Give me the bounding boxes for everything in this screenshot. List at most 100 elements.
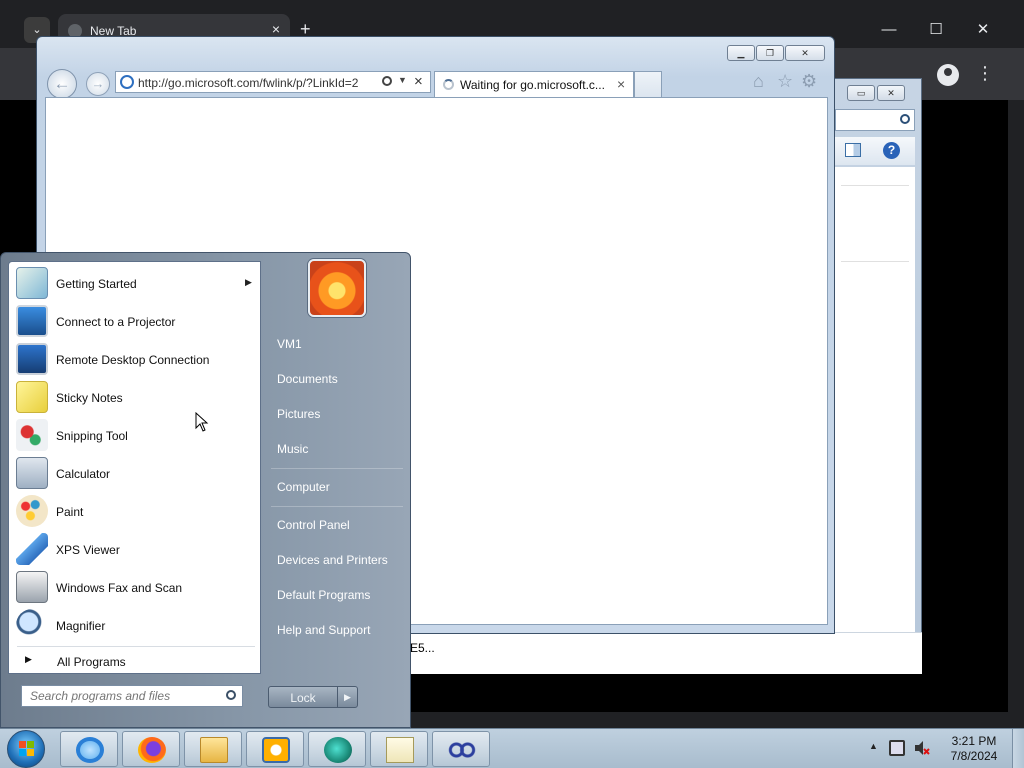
- help-icon[interactable]: ?: [883, 142, 900, 159]
- program-connect-to-a-projector[interactable]: Connect to a Projector: [13, 302, 257, 340]
- ie-tab-loading[interactable]: Waiting for go.microsoft.c... ×: [434, 71, 634, 97]
- chrome-maximize-button[interactable]: ☐: [913, 16, 959, 44]
- all-programs-button[interactable]: ▶ All Programs: [13, 650, 257, 672]
- loading-spinner-icon: [443, 79, 454, 90]
- scissors-icon: [16, 419, 48, 451]
- ie-close-button[interactable]: ✕: [785, 45, 825, 61]
- forward-button[interactable]: →: [86, 72, 110, 96]
- start-search-input[interactable]: [22, 686, 220, 706]
- lock-button[interactable]: Lock ▶: [268, 686, 358, 708]
- chrome-minimize-button[interactable]: —: [866, 16, 912, 44]
- start-right-vm1[interactable]: VM1: [268, 330, 406, 358]
- ie-tab-close-button[interactable]: ×: [617, 76, 625, 92]
- shutdown-options-button[interactable]: ▶: [337, 687, 357, 707]
- address-bar[interactable]: http://go.microsoft.com/fwlink/p/?LinkId…: [115, 71, 431, 93]
- magnifier-icon: [16, 609, 48, 641]
- divider: [841, 261, 909, 262]
- start-search-box[interactable]: [21, 685, 243, 707]
- infinity-app-icon: [448, 737, 476, 763]
- taskbar-firefox[interactable]: [122, 731, 180, 767]
- projector-icon: [16, 305, 48, 337]
- gear-icon[interactable]: ⚙: [801, 71, 817, 92]
- program-remote-desktop-connection[interactable]: Remote Desktop Connection: [13, 340, 257, 378]
- taskbar-notepad-chart[interactable]: [370, 731, 428, 767]
- stop-button[interactable]: ×: [414, 73, 423, 90]
- divider: [17, 646, 255, 647]
- chevron-right-icon: ▶: [25, 654, 32, 664]
- start-right-devices-and-printers[interactable]: Devices and Printers: [268, 546, 406, 574]
- ie-restore-button[interactable]: ❐: [756, 45, 784, 61]
- background-window[interactable]: ▭ ✕ ?: [820, 78, 922, 674]
- taskbar-media-player[interactable]: [246, 731, 304, 767]
- file-explorer-icon: [200, 737, 228, 763]
- program-sticky-notes[interactable]: Sticky Notes: [13, 378, 257, 416]
- ie-minimize-button[interactable]: ▁: [727, 45, 755, 61]
- show-desktop-button[interactable]: [1012, 729, 1024, 768]
- behind-text: E5...: [410, 641, 435, 655]
- program-windows-fax-and-scan[interactable]: Windows Fax and Scan: [13, 568, 257, 606]
- divider: [271, 468, 403, 469]
- bg-content-area: [835, 167, 915, 667]
- user-avatar[interactable]: [308, 259, 366, 317]
- back-button[interactable]: ←: [47, 69, 77, 99]
- volume-muted-icon[interactable]: [914, 740, 930, 756]
- start-right-help-and-support[interactable]: Help and Support: [268, 616, 406, 644]
- program-magnifier[interactable]: Magnifier: [13, 606, 257, 644]
- behind-window-strip: E5...: [410, 632, 922, 674]
- firefox-icon: [138, 737, 166, 763]
- favorites-star-icon[interactable]: ☆: [777, 71, 793, 92]
- getting-started-icon: [16, 267, 48, 299]
- bg-command-bar: ?: [835, 137, 915, 165]
- submenu-arrow-icon: ▶: [245, 277, 252, 287]
- system-clock[interactable]: 3:21 PM 7/8/2024: [944, 734, 1004, 764]
- taskbar-green-app[interactable]: [308, 731, 366, 767]
- media-player-icon: [262, 737, 290, 763]
- divider: [271, 506, 403, 507]
- network-icon[interactable]: [889, 740, 905, 756]
- profile-icon[interactable]: [937, 64, 959, 86]
- clock-date: 7/8/2024: [950, 749, 998, 763]
- preview-pane-icon[interactable]: [845, 143, 861, 157]
- program-calculator[interactable]: Calculator: [13, 454, 257, 492]
- bg-search-box[interactable]: [835, 109, 915, 131]
- ie-new-tab-button[interactable]: [634, 71, 662, 97]
- internet-explorer-icon: [76, 737, 104, 763]
- windows-logo-icon: [19, 741, 35, 757]
- divider: [841, 185, 909, 186]
- start-right-computer[interactable]: Computer: [268, 473, 406, 501]
- remote-desktop-icon: [16, 343, 48, 375]
- calculator-icon: [16, 457, 48, 489]
- bg-restore-button[interactable]: ▭: [847, 85, 875, 101]
- chevron-down-icon[interactable]: ▼: [398, 75, 407, 85]
- taskbar: ▲ 3:21 PM 7/8/2024: [0, 728, 1024, 768]
- bg-close-button[interactable]: ✕: [877, 85, 905, 101]
- taskbar-internet-explorer[interactable]: [60, 731, 118, 767]
- program-snipping-tool[interactable]: Snipping Tool: [13, 416, 257, 454]
- start-right-music[interactable]: Music: [268, 435, 406, 463]
- mouse-cursor-icon: [195, 411, 209, 432]
- start-right-documents[interactable]: Documents: [268, 365, 406, 393]
- program-xps-viewer[interactable]: XPS Viewer: [13, 530, 257, 568]
- home-icon[interactable]: ⌂: [753, 71, 764, 92]
- start-menu: Getting Started ▶ Connect to a Projector…: [0, 252, 411, 728]
- show-hidden-icons-button[interactable]: ▲: [869, 741, 878, 751]
- app-green-icon: [324, 737, 352, 763]
- notepad-chart-icon: [386, 737, 414, 763]
- chrome-close-button[interactable]: ✕: [960, 16, 1006, 44]
- start-right-default-programs[interactable]: Default Programs: [268, 581, 406, 609]
- chrome-tab-close-button[interactable]: ×: [272, 21, 280, 37]
- taskbar-file-explorer[interactable]: [184, 731, 242, 767]
- start-right-pictures[interactable]: Pictures: [268, 400, 406, 428]
- search-icon[interactable]: [382, 76, 392, 86]
- start-button[interactable]: [7, 730, 45, 768]
- fax-icon: [16, 571, 48, 603]
- start-right-control-panel[interactable]: Control Panel: [268, 511, 406, 539]
- search-icon[interactable]: [226, 690, 236, 700]
- chrome-menu-button[interactable]: ⋮: [976, 62, 994, 84]
- search-icon: [900, 114, 910, 124]
- taskbar-infinity-app[interactable]: [432, 731, 490, 767]
- program-getting-started[interactable]: Getting Started ▶: [13, 264, 257, 302]
- program-paint[interactable]: Paint: [13, 492, 257, 530]
- address-url[interactable]: http://go.microsoft.com/fwlink/p/?LinkId…: [138, 76, 376, 90]
- sticky-notes-icon: [16, 381, 48, 413]
